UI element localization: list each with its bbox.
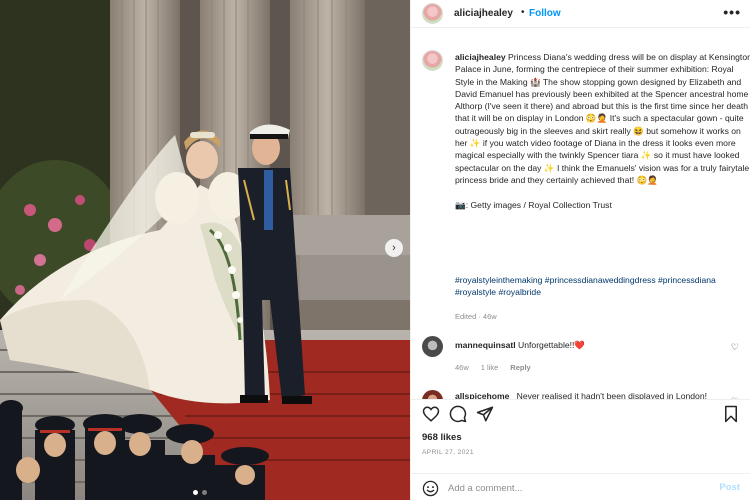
add-comment-bar: Post <box>411 473 750 500</box>
carousel-dot-active <box>193 490 198 495</box>
post-comment-button[interactable]: Post <box>719 482 740 493</box>
comment-age: 46w <box>455 363 469 372</box>
comment-item: allspicehome_ Never realised it hadn't b… <box>422 390 750 399</box>
caption-hashtags[interactable]: #royalstyleinthemaking #princessdianawed… <box>455 274 743 299</box>
post-actions: 968 likes APRIL 27, 2021 Post <box>411 399 750 500</box>
commenter-avatar[interactable] <box>422 336 443 357</box>
save-bookmark-icon[interactable] <box>722 405 740 423</box>
wedding-photo-illustration <box>0 0 410 500</box>
comment-body: Never realised it hadn't been displayed … <box>516 391 707 399</box>
comment-text: mannequinsatl Unforgettable!!❤️ <box>455 340 585 351</box>
carousel-next-button[interactable]: › <box>385 239 403 257</box>
comments-section[interactable]: aliciajhealey Princess Diana's wedding d… <box>411 29 750 399</box>
caption-username[interactable]: aliciajhealey <box>455 52 506 62</box>
more-options-icon[interactable]: ••• <box>723 4 741 20</box>
post-date: APRIL 27, 2021 <box>422 449 474 456</box>
author-username[interactable]: aliciajhealey <box>454 8 513 19</box>
comment-like-count[interactable]: 1 like <box>481 363 499 372</box>
like-heart-icon[interactable] <box>422 405 440 423</box>
comment-like-heart-icon[interactable]: ♡ <box>731 342 739 353</box>
add-comment-input[interactable] <box>448 480 698 496</box>
post-photo[interactable]: › <box>0 0 410 500</box>
author-avatar[interactable] <box>422 3 443 24</box>
comment-text: allspicehome_ Never realised it hadn't b… <box>455 390 725 399</box>
caption-body: Princess Diana's wedding dress will be o… <box>455 52 750 210</box>
follow-button[interactable]: Follow <box>529 8 561 19</box>
carousel-dots <box>193 490 207 495</box>
caption-edited: Edited · 46w <box>455 312 497 321</box>
header-separator: • <box>521 7 525 18</box>
carousel-dot <box>202 490 207 495</box>
share-send-icon[interactable] <box>476 405 494 423</box>
caption-text: aliciajhealey Princess Diana's wedding d… <box>455 51 750 211</box>
comment-bubble-icon[interactable] <box>449 405 467 423</box>
emoji-icon[interactable] <box>422 480 439 497</box>
comment-item: mannequinsatl Unforgettable!!❤️ 46w 1 li… <box>422 336 750 386</box>
post-side-panel: aliciajhealey • Follow ••• aliciajhealey… <box>410 0 750 500</box>
caption-avatar[interactable] <box>422 50 443 71</box>
commenter-username[interactable]: mannequinsatl <box>455 340 516 350</box>
comment-reply-button[interactable]: Reply <box>510 363 530 372</box>
commenter-avatar[interactable] <box>422 390 443 399</box>
like-count[interactable]: 968 likes <box>422 432 462 443</box>
post-header: aliciajhealey • Follow ••• <box>411 0 750 28</box>
commenter-username[interactable]: allspicehome_ <box>455 391 514 399</box>
comment-meta: 46w 1 like Reply <box>455 363 531 372</box>
comment-body: Unforgettable!!❤️ <box>518 340 586 350</box>
